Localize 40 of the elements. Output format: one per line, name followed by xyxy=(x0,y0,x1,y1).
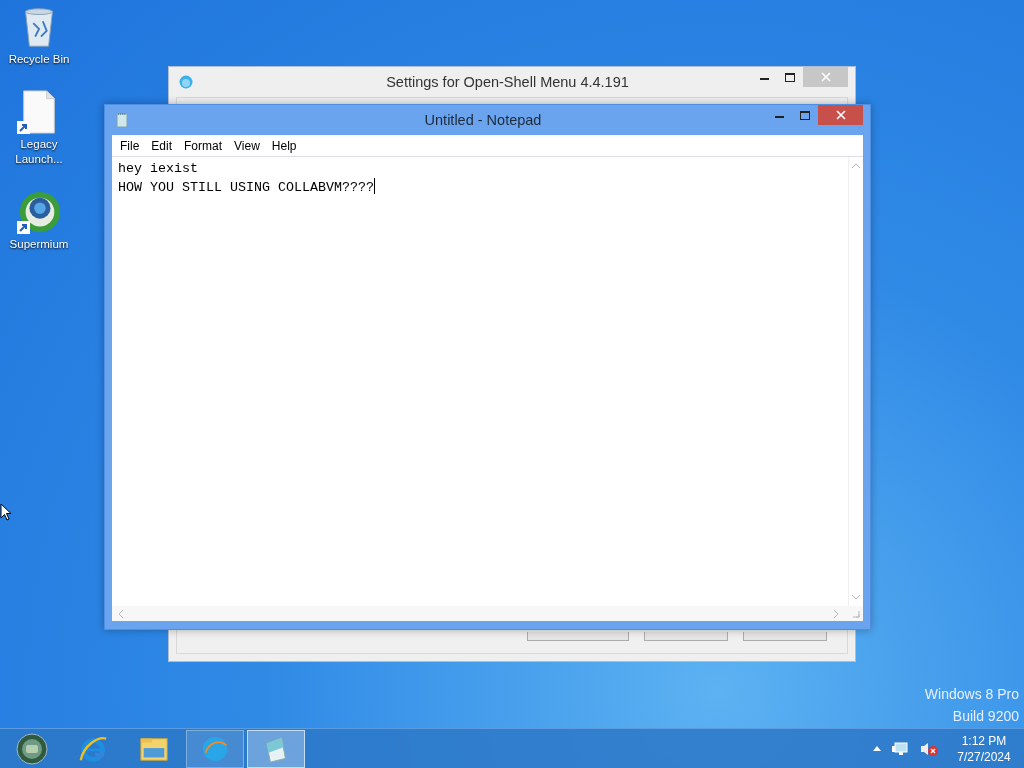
time-text: 1:12 PM xyxy=(961,732,1007,749)
desktop-icon-label: Recycle Bin xyxy=(7,52,71,67)
show-hidden-icons-icon[interactable] xyxy=(873,746,881,751)
shell-icon xyxy=(178,74,194,90)
dialog-button[interactable] xyxy=(743,632,827,641)
scroll-up-icon[interactable] xyxy=(852,163,860,168)
os-version-text: Build 9200 xyxy=(952,707,1019,726)
text-line: HOW YOU STILL USING COLLABVM???? xyxy=(118,178,376,197)
vertical-scrollbar[interactable] xyxy=(848,157,863,606)
resize-grip-icon[interactable] xyxy=(851,609,860,618)
horizontal-scrollbar[interactable] xyxy=(112,606,863,621)
taskbar-button[interactable] xyxy=(247,729,305,768)
close-icon xyxy=(820,72,831,82)
notepad-icon xyxy=(114,112,130,128)
menu-item[interactable]: Format xyxy=(178,138,229,153)
menu-item[interactable]: Help xyxy=(265,138,303,153)
network-icon[interactable] xyxy=(891,740,909,757)
close-icon xyxy=(835,110,846,120)
desktop-shortcut[interactable]: Supermium xyxy=(0,189,78,252)
scroll-right-icon[interactable] xyxy=(834,609,839,618)
scroll-left-icon[interactable] xyxy=(118,609,123,618)
desktop-shortcut[interactable]: Legacy Launch... xyxy=(0,89,78,167)
window-title: Settings for Open-Shell Menu 4.4.191 xyxy=(385,74,630,90)
date-text: 7/27/2024 xyxy=(957,748,1011,765)
mouse-cursor-icon xyxy=(0,503,12,521)
start-orb-icon xyxy=(16,732,48,765)
desktop-icon-label: Legacy Launch... xyxy=(14,137,64,167)
text-line: hey iexist xyxy=(118,160,199,178)
muted-speaker-icon[interactable] xyxy=(919,740,939,757)
dialog-button[interactable] xyxy=(527,632,629,641)
desktop-shortcut[interactable]: Recycle Bin xyxy=(0,4,78,67)
window-title: Untitled - Notepad xyxy=(423,112,543,128)
menu-item[interactable]: View xyxy=(228,138,266,153)
menu-item[interactable]: File xyxy=(114,138,146,153)
menu-item[interactable]: Edit xyxy=(145,138,179,153)
scroll-down-icon[interactable] xyxy=(852,595,860,600)
desktop-icon-label: Supermium xyxy=(8,237,70,252)
dialog-button[interactable] xyxy=(644,632,728,641)
os-version-text: Windows 8 Pro xyxy=(924,685,1019,704)
clock[interactable]: 1:12 PM 7/27/2024 xyxy=(944,732,1024,765)
